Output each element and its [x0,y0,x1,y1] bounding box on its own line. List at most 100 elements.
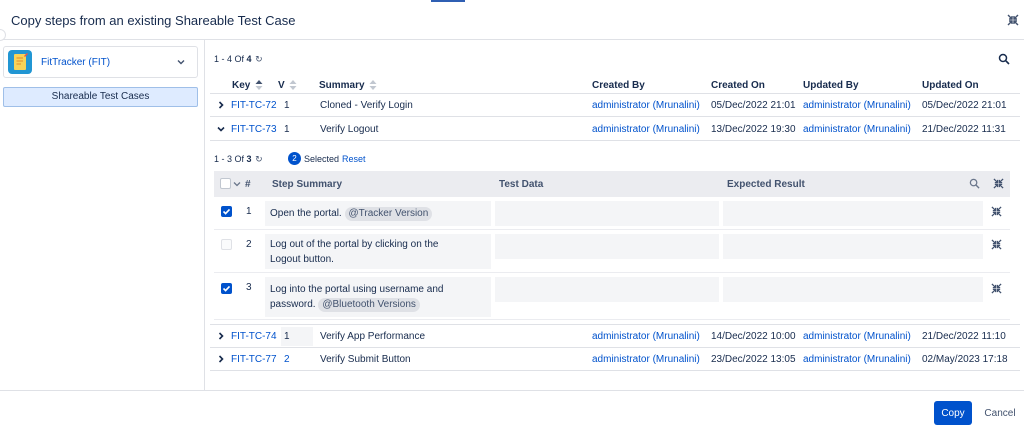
collapse-icon[interactable] [1007,14,1019,26]
steps-table-header: # Step Summary Test Data Expected Result [214,171,1010,197]
test-case-key-link[interactable]: FIT-TC-74 [231,331,277,342]
check-icon [222,285,231,292]
dialog-header: Copy steps from an existing Shareable Te… [0,0,1024,41]
step-summary-cell[interactable]: Open the portal. @Tracker Version [265,201,491,226]
created-by-link[interactable]: administrator (Mrunalini) [592,124,700,135]
steps-pager: 1 - 3 Of 3 ↻ [214,154,263,165]
test-case-version: 1 [284,124,290,135]
chevron-down-icon[interactable] [217,125,225,133]
table-row[interactable]: FIT-TC-74 1 Verify App Performance admin… [210,325,1020,348]
step-number: 3 [246,282,252,293]
test-case-summary: Verify Logout [320,124,379,135]
expected-result-cell[interactable] [723,277,983,302]
step-row[interactable]: 2 Log out of the portal by clicking on t… [214,231,1010,273]
selected-label: Selected [304,154,340,164]
expected-result-cell[interactable] [723,234,983,259]
project-selector[interactable]: FitTracker (FIT) [3,46,198,78]
created-by-link[interactable]: administrator (Mrunalini) [592,100,700,111]
updated-by-link[interactable]: administrator (Mrunalini) [803,124,911,135]
test-case-summary: Verify Submit Button [320,354,411,365]
test-data-cell[interactable] [495,201,719,226]
step-summary-cell[interactable]: Log into the portal using username and p… [265,277,491,317]
chevron-right-icon[interactable] [217,355,225,363]
column-header-key[interactable]: Key [232,80,263,91]
column-header-expected-result: Expected Result [727,179,805,190]
column-header-updated-on[interactable]: Updated On [922,80,979,91]
collapse-icon[interactable] [993,178,1004,189]
step-summary-line: Logout button. [270,254,334,265]
table-row-expanded[interactable]: FIT-TC-73 1 Verify Logout administrator … [210,118,1020,141]
created-on: 05/Dec/2022 21:01 [711,100,796,111]
column-header-version[interactable]: V [278,80,297,91]
test-case-key-link[interactable]: FIT-TC-77 [231,354,277,365]
updated-by-link[interactable]: administrator (Mrunalini) [803,100,911,111]
chevron-down-icon[interactable] [233,180,241,188]
chevron-down-icon[interactable] [177,58,185,66]
copy-button[interactable]: Copy [934,401,972,425]
created-by-link[interactable]: administrator (Mrunalini) [592,354,700,365]
column-header-created-by[interactable]: Created By [592,80,645,91]
step-summary-line: password. [270,299,316,310]
refresh-icon[interactable]: ↻ [255,54,263,65]
step-checkbox[interactable] [221,239,232,250]
column-header-step-summary: Step Summary [272,179,343,190]
test-case-version-link[interactable]: 2 [284,354,290,365]
refresh-icon[interactable]: ↻ [255,154,263,165]
step-summary-line: Log into the portal using username and [270,284,444,295]
collapse-icon[interactable] [991,283,1002,294]
test-case-version: 1 [284,331,290,342]
step-number: 2 [246,239,252,250]
test-case-pager: 1 - 4 Of 4 ↻ [214,54,263,65]
updated-by-link[interactable]: administrator (Mrunalini) [803,331,911,342]
expected-result-cell[interactable] [723,201,983,226]
step-checkbox[interactable] [221,206,232,217]
updated-on: 02/May/2023 17:18 [922,354,1008,365]
main-content: 1 - 4 Of 4 ↻ Key V Summary Created By Cr… [206,40,1024,390]
test-data-cell[interactable] [495,277,719,302]
table-row[interactable]: FIT-TC-72 1 Cloned - Verify Login admini… [210,94,1020,117]
step-checkbox[interactable] [221,283,232,294]
updated-on: 21/Dec/2022 11:31 [922,124,1006,135]
dialog-title: Copy steps from an existing Shareable Te… [11,13,296,28]
collapse-icon[interactable] [991,206,1002,217]
column-header-test-data: Test Data [499,179,544,190]
sort-icon [369,80,377,91]
footer-divider [0,390,1024,391]
created-by-link[interactable]: administrator (Mrunalini) [592,331,700,342]
select-all-checkbox[interactable] [220,178,231,189]
test-case-key-link[interactable]: FIT-TC-72 [231,100,277,111]
sort-icon [289,80,297,91]
steps-pager-total: 3 [246,154,252,164]
reset-link[interactable]: Reset [342,154,366,164]
step-number: 1 [246,206,252,217]
sidebar: FitTracker (FIT) Shareable Test Cases [0,40,205,390]
test-data-cell[interactable] [495,234,719,259]
chevron-right-icon[interactable] [217,101,225,109]
column-header-created-on[interactable]: Created On [711,80,765,91]
collapse-icon[interactable] [991,239,1002,250]
parameter-tag: @Tracker Version [344,207,433,221]
chevron-right-icon[interactable] [217,332,225,340]
step-row[interactable]: 1 Open the portal. @Tracker Version [214,198,1010,230]
step-summary-line: Log out of the portal by clicking on the [270,239,439,250]
cancel-button[interactable]: Cancel [980,401,1020,425]
created-on: 13/Dec/2022 19:30 [711,124,796,135]
created-on: 14/Dec/2022 10:00 [711,331,796,342]
sort-icon [255,80,263,91]
search-icon[interactable] [969,178,980,189]
sidebar-item-shareable-test-cases[interactable]: Shareable Test Cases [3,87,198,107]
test-case-key-link[interactable]: FIT-TC-73 [231,124,277,135]
column-header-step-number: # [245,179,251,190]
created-on: 23/Dec/2022 13:05 [711,354,796,365]
test-case-summary: Verify App Performance [320,331,426,342]
step-summary-cell[interactable]: Log out of the portal by clicking on the… [265,234,491,269]
steps-pager-range: 1 - 3 Of [214,154,245,164]
test-case-summary: Cloned - Verify Login [320,100,413,111]
column-header-updated-by[interactable]: Updated By [803,80,859,91]
search-icon[interactable] [998,53,1010,65]
step-row[interactable]: 3 Log into the portal using username and… [214,274,1010,320]
pager-range: 1 - 4 Of [214,54,245,64]
table-row[interactable]: FIT-TC-77 2 Verify Submit Button adminis… [210,348,1020,371]
updated-by-link[interactable]: administrator (Mrunalini) [803,354,911,365]
column-header-summary[interactable]: Summary [319,80,377,91]
